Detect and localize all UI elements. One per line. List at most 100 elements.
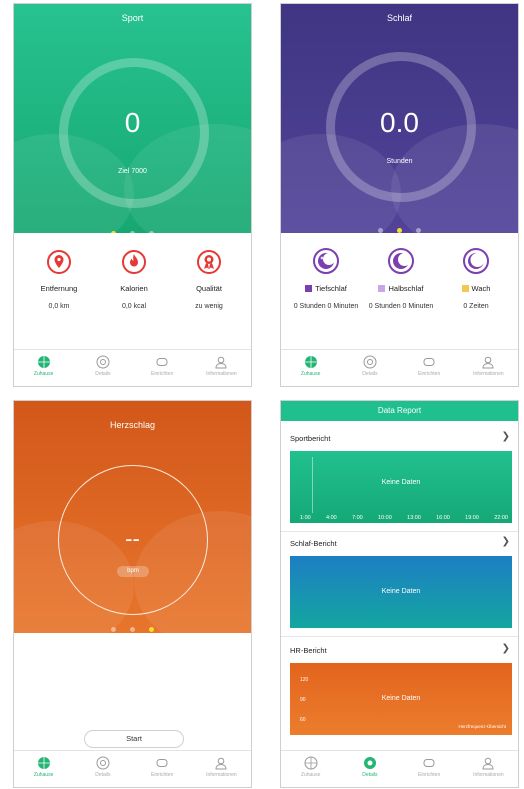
nav-details[interactable]: Details [340,751,399,787]
sport-hero[interactable]: Sport 0 Ziel 7000 [14,4,251,233]
nav-label: Einrichten [151,772,174,778]
stat-value: zu wenig [195,303,223,310]
user-icon [215,757,227,770]
user-icon [215,356,227,369]
nav-label: Informationen [206,772,237,778]
distance-stat: Entfernung 0,0 km [22,250,96,311]
sleep-report-panel[interactable]: Keine Daten [290,556,512,628]
nav-details[interactable]: Details [73,350,132,386]
carousel-dot[interactable] [130,627,135,632]
sport-report-panel[interactable]: Keine Daten 1:00 4:00 7:00 10:00 13:00 1… [290,451,512,523]
sleep-report-title[interactable]: Schlaf-Bericht [290,539,337,548]
heart-rate-value: -- [125,526,140,551]
stat-value: 0 Stunden 0 Minuten [368,303,434,310]
chevron-right-icon[interactable]: ❯ [502,431,510,442]
moon-icon [388,248,414,274]
nav-details[interactable]: Details [73,751,132,787]
stat-label: Halbschlaf [364,284,438,293]
chevron-right-icon[interactable]: ❯ [502,643,510,654]
nav-settings[interactable]: Einrichten [400,350,459,386]
carousel-dot[interactable] [149,627,154,632]
bottom-nav: Zuhause Details Einrichten Informationen [14,349,251,386]
stat-label-text: Halbschlaf [388,284,424,293]
stat-value: 0,0 kcal [121,303,147,310]
report-header: Data Report [281,401,518,421]
nav-settings[interactable]: Einrichten [400,751,459,787]
hr-tick: 120 [300,677,309,683]
awake-legend [461,285,469,292]
time-tick: 22:00 [494,515,508,521]
carousel-dot[interactable] [416,228,421,233]
nav-settings[interactable]: Einrichten [133,350,192,386]
hr-chart-caption: Herzfrequenz-Übersicht [458,724,506,729]
watch-icon [423,358,435,366]
stat-label: Entfernung [40,284,78,293]
sport-title: Sport [121,13,144,23]
watch-icon [423,759,435,767]
sport-report-title[interactable]: Sportbericht [290,434,330,443]
time-tick: 10:00 [378,515,392,521]
nav-label: Informationen [473,371,504,377]
divider [281,531,518,532]
home-globe-icon [304,756,318,770]
stat-label: Kalorien [120,284,148,293]
carousel-dot[interactable] [397,228,402,233]
nav-label: Informationen [206,371,237,377]
chevron-right-icon[interactable]: ❯ [502,536,510,547]
stat-label: Tiefschlaf [289,284,363,293]
awake-stat: Wach 0 Zeiten [439,248,513,311]
sleep-unit: Stunden [386,158,413,165]
nav-info[interactable]: Informationen [459,350,518,386]
carousel-dots [14,619,251,633]
carousel-dot[interactable] [111,627,116,632]
carousel-dot[interactable] [111,231,116,233]
nav-info[interactable]: Informationen [459,751,518,787]
deep-sleep-legend [305,285,313,292]
nav-home[interactable]: Zuhause [281,751,340,787]
sleep-hours: 0.0 [380,107,419,138]
sleep-stats: Tiefschlaf 0 Stunden 0 Minuten Halbschla… [281,236,518,351]
nav-label: Details [362,371,378,377]
sleep-hero[interactable]: Schlaf 0.0 Stunden [281,4,518,233]
step-goal: Ziel 7000 [118,168,147,175]
stat-value: 0,0 km [48,303,70,310]
nav-details[interactable]: Details [340,350,399,386]
nav-label: Einrichten [418,371,441,377]
time-tick: 13:00 [407,515,421,521]
flame-icon [122,250,146,274]
watch-icon [156,759,168,767]
crescent-icon [463,248,489,274]
hr-report-panel[interactable]: 120 90 60 Keine Daten Herzfrequenz-Übers… [290,663,512,735]
stat-value: 0 Zeiten [463,303,489,310]
carousel-dot[interactable] [130,231,135,233]
heart-hero[interactable]: Herzschlag -- bpm [14,401,251,633]
user-icon [482,356,494,369]
nav-info[interactable]: Informationen [192,350,251,386]
medal-icon [197,250,221,274]
time-tick: 7:00 [352,515,363,521]
data-report-screen: Data Report Sportbericht ❯ Keine Daten 1… [280,400,519,788]
nav-label: Zuhause [33,772,54,778]
moon-stars-icon [313,248,339,274]
home-globe-icon [37,757,50,769]
nav-label: Details [95,371,111,377]
hr-report-title[interactable]: HR-Bericht [290,646,327,655]
stat-label: Wach [439,284,513,293]
light-sleep-stat: Halbschlaf 0 Stunden 0 Minuten [364,248,438,311]
stat-label-text: Wach [471,284,491,293]
nav-label: Einrichten [418,772,441,778]
nav-home[interactable]: Zuhause [281,350,340,386]
carousel-dot[interactable] [378,228,383,233]
start-button[interactable]: Start [84,730,184,748]
nav-info[interactable]: Informationen [192,751,251,787]
time-tick: 19:00 [465,515,479,521]
time-axis: 1:00 4:00 7:00 10:00 13:00 16:00 19:00 2… [300,515,508,521]
divider [281,636,518,637]
nav-home[interactable]: Zuhause [14,350,73,386]
nav-home[interactable]: Zuhause [14,751,73,787]
deep-sleep-stat: Tiefschlaf 0 Stunden 0 Minuten [289,248,363,311]
calories-stat: Kalorien 0,0 kcal [97,250,171,311]
heart-rate-screen: Herzschlag -- bpm Start Zuhause Details … [13,400,252,788]
nav-settings[interactable]: Einrichten [133,751,192,787]
carousel-dot[interactable] [149,231,154,233]
